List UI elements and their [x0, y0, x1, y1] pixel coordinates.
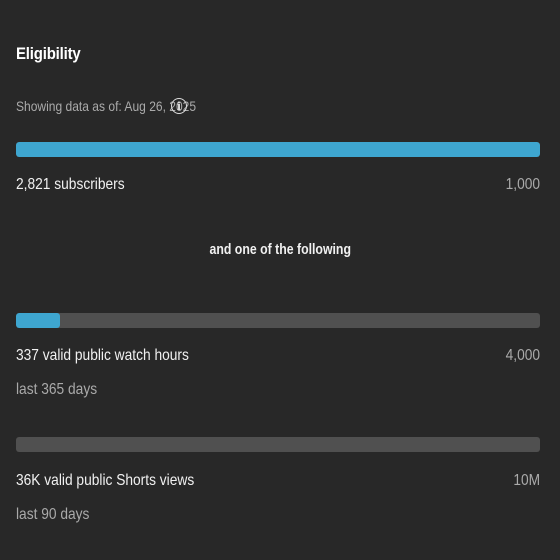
- eligibility-title: Eligibility: [16, 44, 81, 63]
- watch-hours-label: 337 valid public watch hours: [16, 347, 189, 364]
- shorts-views-label: 36K valid public Shorts views: [16, 472, 195, 489]
- connector-label: and one of the following: [209, 241, 351, 258]
- shorts-views-period: last 90 days: [16, 506, 90, 523]
- subscribers-progress-bar: [16, 142, 540, 157]
- watch-hours-progress-bar: [16, 313, 540, 328]
- subscribers-progress-fill: [16, 142, 540, 157]
- info-icon[interactable]: i: [171, 98, 187, 114]
- connector-text: and one of the following: [0, 241, 560, 258]
- watch-hours-progress-fill: [16, 313, 61, 328]
- data-as-of-row: Showing data as of: Aug 26, 2025: [16, 98, 225, 114]
- subscribers-label: 2,821 subscribers: [16, 176, 125, 193]
- data-as-of-text: Showing data as of: Aug 26, 2025: [16, 98, 197, 114]
- watch-hours-target: 4,000: [505, 347, 540, 364]
- shorts-views-target: 10M: [513, 472, 540, 489]
- subscribers-target: 1,000: [505, 176, 540, 193]
- shorts-views-progress-bar: [16, 437, 540, 452]
- watch-hours-period: last 365 days: [16, 381, 98, 398]
